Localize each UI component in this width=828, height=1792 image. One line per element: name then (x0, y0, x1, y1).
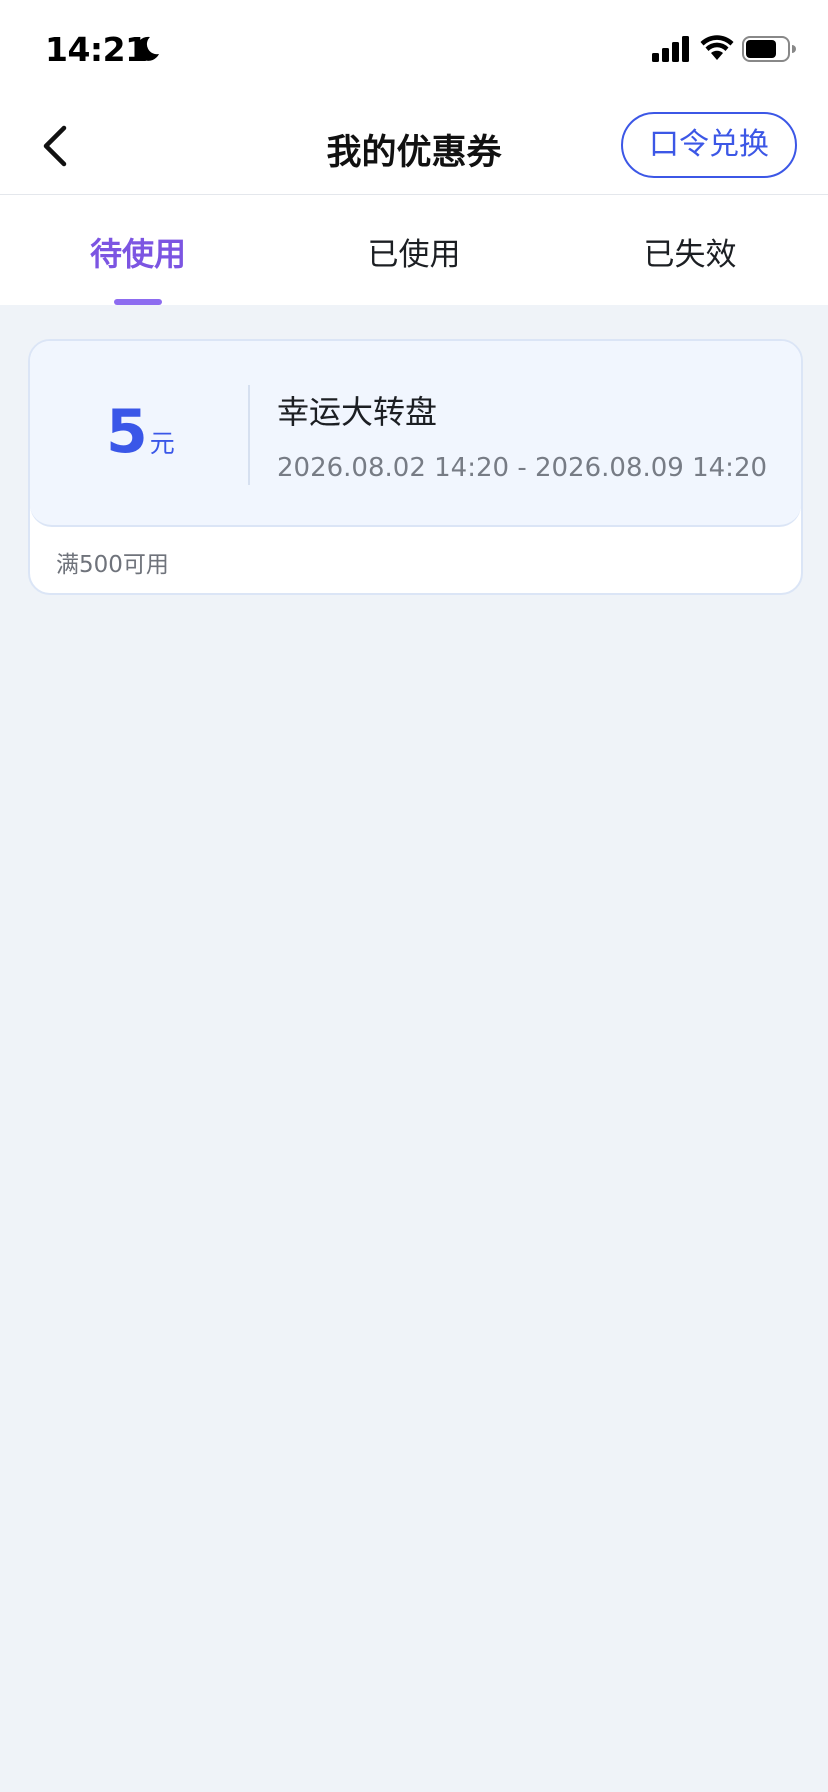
coupon-condition: 满500可用 (56, 552, 169, 578)
coupon-header: 5元 幸运大转盘 2026.08.02 14:20 - 2026.08.09 1… (30, 341, 801, 527)
cellular-signal-icon (652, 36, 689, 62)
coupon-amount-unit: 元 (149, 429, 175, 458)
coupon-name: 幸运大转盘 (277, 393, 438, 431)
coupon-amount: 5元 (106, 397, 175, 467)
moon-icon (136, 36, 159, 61)
tab-active-indicator (114, 299, 162, 305)
coupon-card[interactable]: 5元 幸运大转盘 2026.08.02 14:20 - 2026.08.09 1… (28, 339, 803, 595)
tab-expired[interactable]: 已失效 (552, 229, 828, 274)
tab-used[interactable]: 已使用 (276, 229, 552, 274)
wifi-icon (700, 35, 734, 60)
redeem-code-button[interactable]: 口令兑换 (621, 112, 797, 178)
coupon-divider (248, 385, 250, 485)
nav-bar: 我的优惠券 口令兑换 (0, 98, 828, 195)
tab-unused[interactable]: 待使用 (0, 229, 276, 275)
status-bar: 14:21 (0, 0, 828, 98)
coupon-validity-period: 2026.08.02 14:20 - 2026.08.09 14:20 (277, 453, 768, 483)
battery-icon (742, 36, 796, 62)
coupon-amount-value: 5 (106, 397, 148, 467)
tab-bar: 待使用 已使用 已失效 (0, 195, 828, 305)
